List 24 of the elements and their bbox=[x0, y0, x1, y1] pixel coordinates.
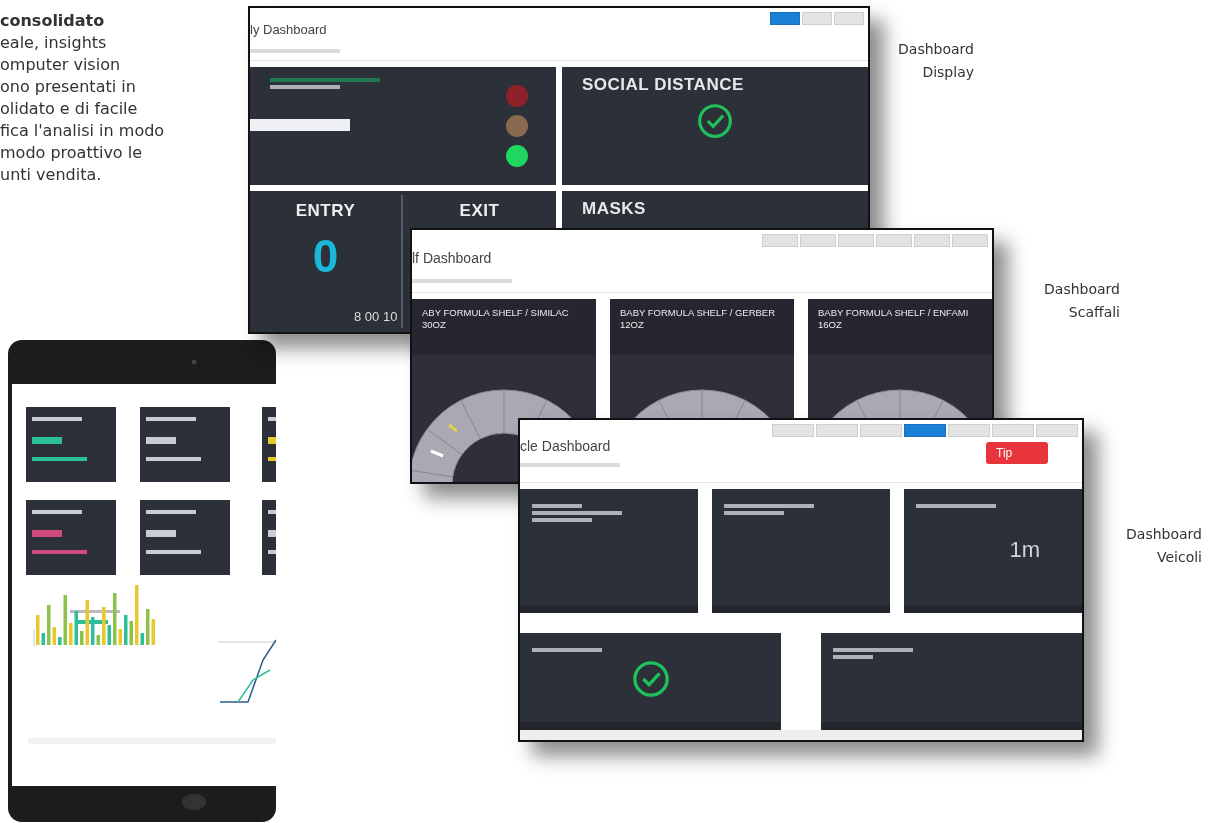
dashboard-caption: Dashboard Veicoli bbox=[1126, 525, 1202, 567]
tab[interactable] bbox=[904, 424, 946, 437]
intro-paragraph: eale, insights omputer vision ono presentati in olidato e di facile fica l'analisi in modo modo proattivo le unti vendita. bbox=[0, 32, 166, 186]
input-field[interactable] bbox=[250, 119, 350, 131]
tab[interactable] bbox=[770, 12, 800, 25]
entry-count: 0 bbox=[312, 229, 339, 283]
dashboard-title: ly Dashboard bbox=[250, 22, 327, 37]
dashboard-caption: Dashboard Display bbox=[898, 40, 974, 82]
distance-value: 1m bbox=[1009, 537, 1040, 563]
entry-label: ENTRY bbox=[295, 201, 356, 221]
exit-time: 8 00 10 bbox=[354, 309, 398, 324]
shelf-title: BABY FORMULA SHELF / GERBER 12OZ bbox=[620, 307, 777, 331]
check-circle-icon bbox=[697, 103, 733, 139]
panel-title: SOCIAL DISTANCE bbox=[582, 75, 745, 95]
dashboard-title: lf Dashboard bbox=[412, 250, 492, 266]
exit-label: EXIT bbox=[459, 201, 500, 221]
shelf-title: ABY FORMULA SHELF / SIMILAC 30OZ bbox=[422, 307, 570, 331]
dashboard-title: cle Dashboard bbox=[520, 438, 611, 454]
intro-heading: consolidato bbox=[0, 10, 106, 32]
dashboard-caption: Dashboard Scaffali bbox=[1044, 280, 1120, 322]
panel-title: MASKS bbox=[582, 199, 647, 219]
shelf-title: BABY FORMULA SHELF / ENFAMI 16OZ bbox=[818, 307, 970, 331]
check-circle-icon bbox=[631, 660, 670, 699]
alert-badge: Tip bbox=[986, 442, 1048, 464]
